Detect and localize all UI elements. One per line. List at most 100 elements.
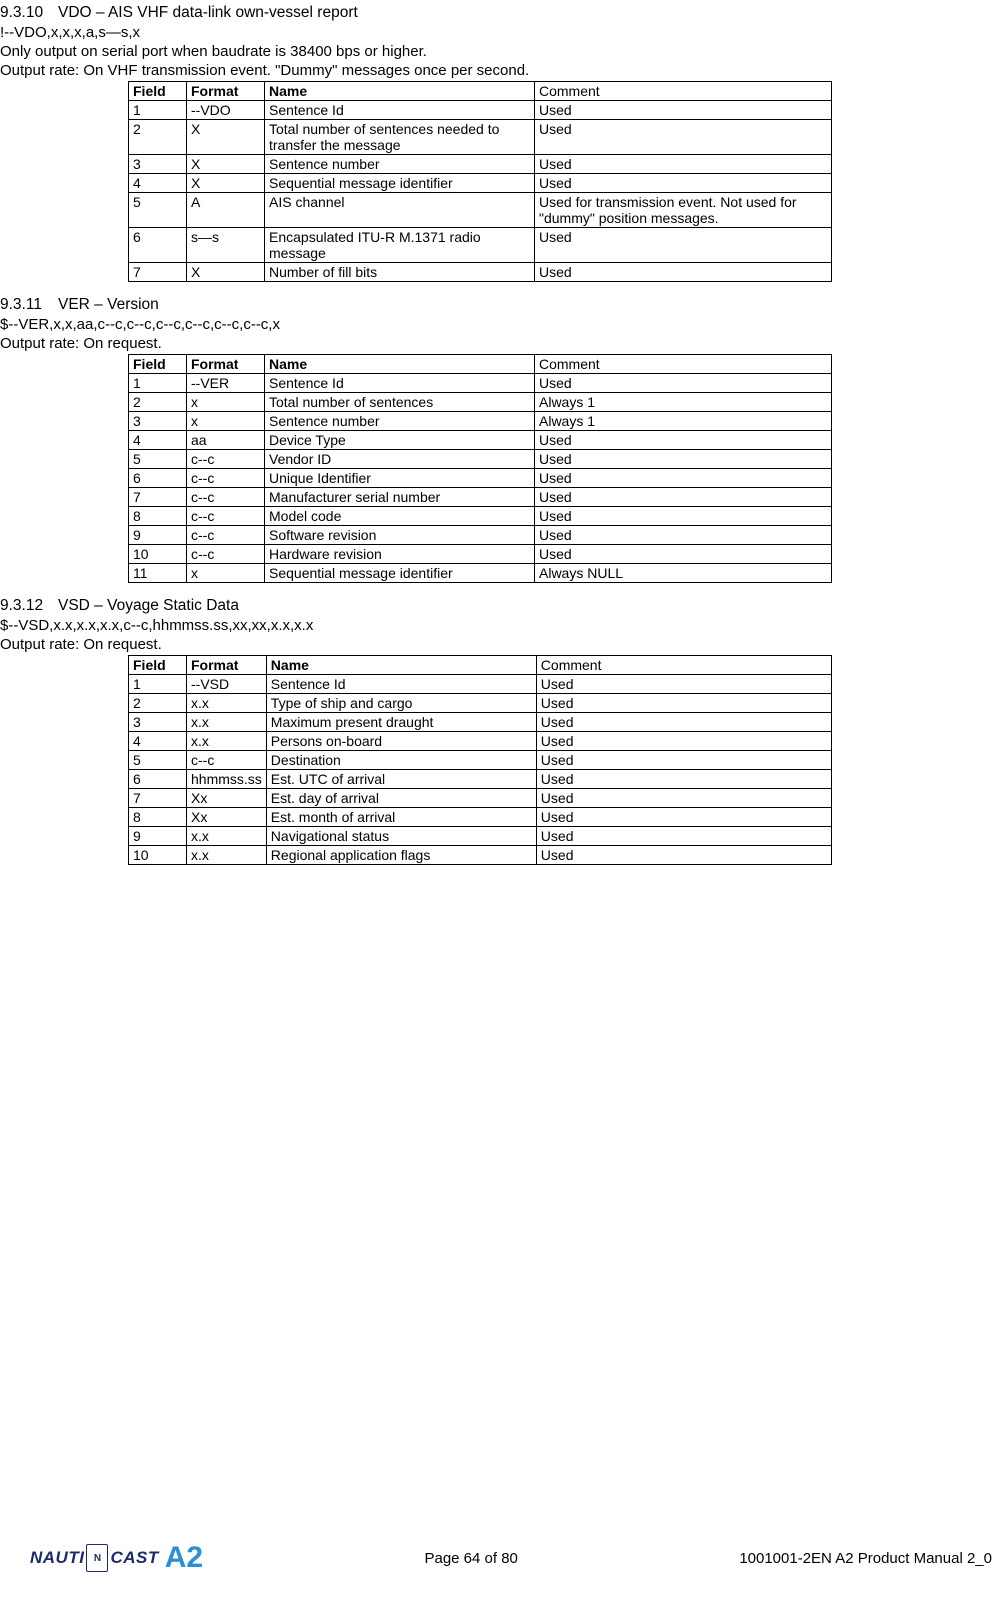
cell-field: 2	[129, 393, 187, 412]
cell-field: 7	[129, 488, 187, 507]
cell-comment: Used	[536, 846, 831, 865]
cell-name: Number of fill bits	[265, 263, 535, 282]
cell-field: 4	[129, 732, 187, 751]
field-table: FieldFormatNameComment1--VSDSentence IdU…	[128, 655, 832, 865]
cell-name: Unique Identifier	[265, 469, 535, 488]
cell-comment: Used	[535, 263, 832, 282]
page-number: Page 64 of 80	[203, 1550, 739, 1567]
table-row: 1--VSDSentence IdUsed	[129, 675, 832, 694]
cell-field: 7	[129, 263, 187, 282]
section-note: Only output on serial port when baudrate…	[0, 43, 992, 60]
cell-format: --VDO	[187, 101, 265, 120]
cell-name: Sentence Id	[265, 101, 535, 120]
cell-name: Sentence number	[265, 155, 535, 174]
table-row: 9x.xNavigational statusUsed	[129, 827, 832, 846]
cell-comment: Used	[535, 155, 832, 174]
cell-format: x.x	[187, 732, 267, 751]
cell-format: x	[187, 564, 265, 583]
cell-comment: Used	[536, 827, 831, 846]
section-heading: 9.3.10VDO – AIS VHF data-link own-vessel…	[0, 4, 992, 22]
cell-field: 6	[129, 469, 187, 488]
cell-format: A	[187, 193, 265, 228]
output-rate: Output rate: On request.	[0, 636, 992, 653]
cell-name: Navigational status	[266, 827, 536, 846]
cell-name: Maximum present draught	[266, 713, 536, 732]
cell-name: Total number of sentences needed to tran…	[265, 120, 535, 155]
section-number: 9.3.12	[0, 597, 58, 615]
table-row: 4aaDevice TypeUsed	[129, 431, 832, 450]
cell-format: c--c	[187, 469, 265, 488]
cell-comment: Used	[535, 469, 832, 488]
section-heading: 9.3.11VER – Version	[0, 296, 992, 314]
table-header-cell: Comment	[536, 656, 831, 675]
cell-format: Xx	[187, 808, 267, 827]
logo-text-cast: CAST	[110, 1548, 158, 1568]
cell-name: Est. UTC of arrival	[266, 770, 536, 789]
cell-field: 8	[129, 507, 187, 526]
cell-name: Sequential message identifier	[265, 174, 535, 193]
table-header-cell: Field	[129, 656, 187, 675]
cell-field: 10	[129, 545, 187, 564]
table-row: 6hhmmss.ssEst. UTC of arrivalUsed	[129, 770, 832, 789]
cell-name: Sentence Id	[265, 374, 535, 393]
cell-field: 4	[129, 431, 187, 450]
section-title: VDO – AIS VHF data-link own-vessel repor…	[58, 4, 358, 21]
table-row: 6s—sEncapsulated ITU-R M.1371 radio mess…	[129, 228, 832, 263]
field-table: FieldFormatNameComment1--VDOSentence IdU…	[128, 81, 832, 282]
brand-logo: NAUTI N CAST A2	[0, 1541, 203, 1575]
cell-comment: Always NULL	[535, 564, 832, 583]
output-rate: Output rate: On VHF transmission event. …	[0, 62, 992, 79]
section-number: 9.3.10	[0, 4, 58, 22]
cell-format: c--c	[187, 751, 267, 770]
table-row: 5AAIS channelUsed for transmission event…	[129, 193, 832, 228]
cell-comment: Always 1	[535, 393, 832, 412]
compass-icon: N	[86, 1544, 108, 1572]
cell-comment: Used	[535, 174, 832, 193]
table-header-cell: Comment	[535, 82, 832, 101]
table-header-cell: Name	[265, 82, 535, 101]
table-row: 1--VDOSentence IdUsed	[129, 101, 832, 120]
cell-name: Sequential message identifier	[265, 564, 535, 583]
table-wrapper: FieldFormatNameComment1--VDOSentence IdU…	[0, 81, 992, 282]
cell-field: 6	[129, 228, 187, 263]
cell-format: x	[187, 393, 265, 412]
cell-field: 5	[129, 450, 187, 469]
cell-field: 8	[129, 808, 187, 827]
cell-field: 5	[129, 193, 187, 228]
cell-name: Destination	[266, 751, 536, 770]
table-header-cell: Format	[187, 656, 267, 675]
cell-name: Device Type	[265, 431, 535, 450]
table-header-cell: Format	[187, 355, 265, 374]
doc-id: 1001001-2EN A2 Product Manual 2_0	[739, 1550, 992, 1567]
section-title: VER – Version	[58, 296, 159, 313]
cell-comment: Used	[536, 713, 831, 732]
cell-name: Hardware revision	[265, 545, 535, 564]
table-row: 3x.xMaximum present draughtUsed	[129, 713, 832, 732]
cell-name: Persons on-board	[266, 732, 536, 751]
table-row: 7XNumber of fill bitsUsed	[129, 263, 832, 282]
cell-comment: Used	[536, 732, 831, 751]
table-row: 10x.xRegional application flagsUsed	[129, 846, 832, 865]
table-row: 2xTotal number of sentencesAlways 1	[129, 393, 832, 412]
cell-format: c--c	[187, 526, 265, 545]
cell-format: X	[187, 120, 265, 155]
cell-format: s—s	[187, 228, 265, 263]
table-header-cell: Field	[129, 355, 187, 374]
table-row: 4x.xPersons on-boardUsed	[129, 732, 832, 751]
cell-comment: Used	[535, 488, 832, 507]
cell-field: 9	[129, 827, 187, 846]
cell-comment: Used	[535, 526, 832, 545]
cell-comment: Used	[535, 120, 832, 155]
cell-format: hhmmss.ss	[187, 770, 267, 789]
cell-field: 9	[129, 526, 187, 545]
cell-name: Est. day of arrival	[266, 789, 536, 808]
cell-name: Est. month of arrival	[266, 808, 536, 827]
cell-format: c--c	[187, 545, 265, 564]
table-row: 6c--cUnique IdentifierUsed	[129, 469, 832, 488]
cell-name: Manufacturer serial number	[265, 488, 535, 507]
cell-comment: Used	[536, 751, 831, 770]
cell-name: Sentence number	[265, 412, 535, 431]
cell-format: --VSD	[187, 675, 267, 694]
cell-name: AIS channel	[265, 193, 535, 228]
table-row: 2x.xType of ship and cargoUsed	[129, 694, 832, 713]
